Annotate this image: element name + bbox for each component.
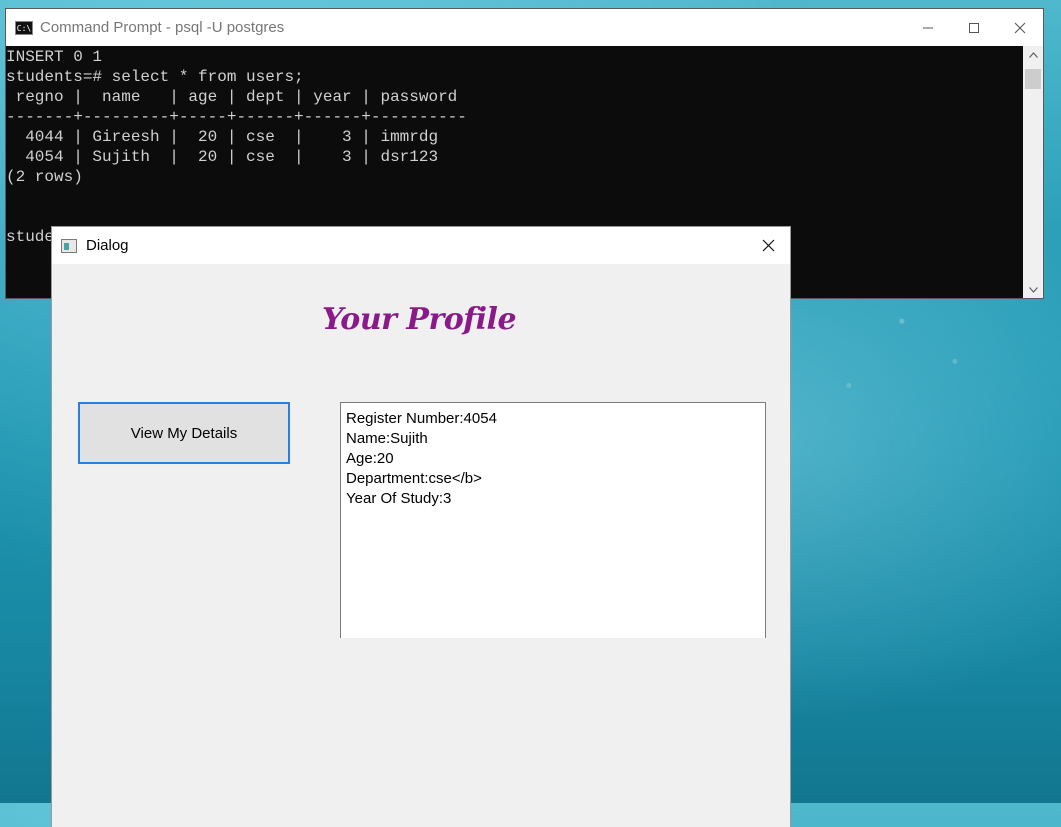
cmd-close-button[interactable]	[997, 9, 1043, 46]
window-icon	[61, 238, 77, 253]
cmd-window-title: Command Prompt - psql -U postgres	[40, 19, 285, 36]
detail-name: Name:Sujith	[346, 430, 428, 447]
profile-dialog[interactable]: Dialog Your Profile View My Details Regi…	[52, 227, 790, 827]
minimize-button[interactable]	[905, 9, 951, 46]
view-details-button[interactable]: View My Details	[78, 402, 290, 464]
detail-register-number: Register Number:4054	[346, 410, 497, 427]
maximize-icon	[969, 22, 979, 33]
detail-department: Department:cse</b>	[346, 470, 482, 487]
close-icon	[762, 239, 774, 252]
maximize-button[interactable]	[951, 9, 997, 46]
scroll-down-arrow-icon[interactable]	[1023, 281, 1043, 298]
terminal-line: students=# select * from users;	[6, 68, 304, 86]
profile-heading: Your Profile	[322, 302, 517, 337]
terminal-line: 4054 | Sujith | 20 | cse | 3 | dsr123	[6, 148, 439, 166]
terminal-icon: C:\	[15, 20, 33, 35]
cmd-scrollbar[interactable]	[1023, 46, 1043, 298]
terminal-line: regno | name | age | dept | year | passw…	[6, 88, 458, 106]
terminal-line: -------+---------+-----+------+------+--…	[6, 108, 467, 126]
terminal-line: INSERT 0 1	[6, 48, 103, 66]
dialog-title: Dialog	[86, 237, 129, 254]
cmd-titlebar[interactable]: C:\ Command Prompt - psql -U postgres	[6, 9, 1043, 46]
scroll-up-arrow-icon[interactable]	[1023, 46, 1043, 63]
terminal-line: 4044 | Gireesh | 20 | cse | 3 | immrdg	[6, 128, 439, 146]
dialog-close-button[interactable]	[746, 227, 790, 264]
close-icon	[1014, 22, 1026, 33]
dialog-titlebar[interactable]: Dialog	[52, 227, 790, 264]
details-text-area[interactable]: Register Number:4054 Name:Sujith Age:20 …	[340, 402, 766, 638]
scroll-thumb[interactable]	[1025, 69, 1041, 89]
terminal-line: (2 rows)	[6, 168, 83, 186]
minimize-icon	[923, 27, 933, 28]
detail-year-of-study: Year Of Study:3	[346, 490, 452, 507]
detail-age: Age:20	[346, 450, 394, 467]
